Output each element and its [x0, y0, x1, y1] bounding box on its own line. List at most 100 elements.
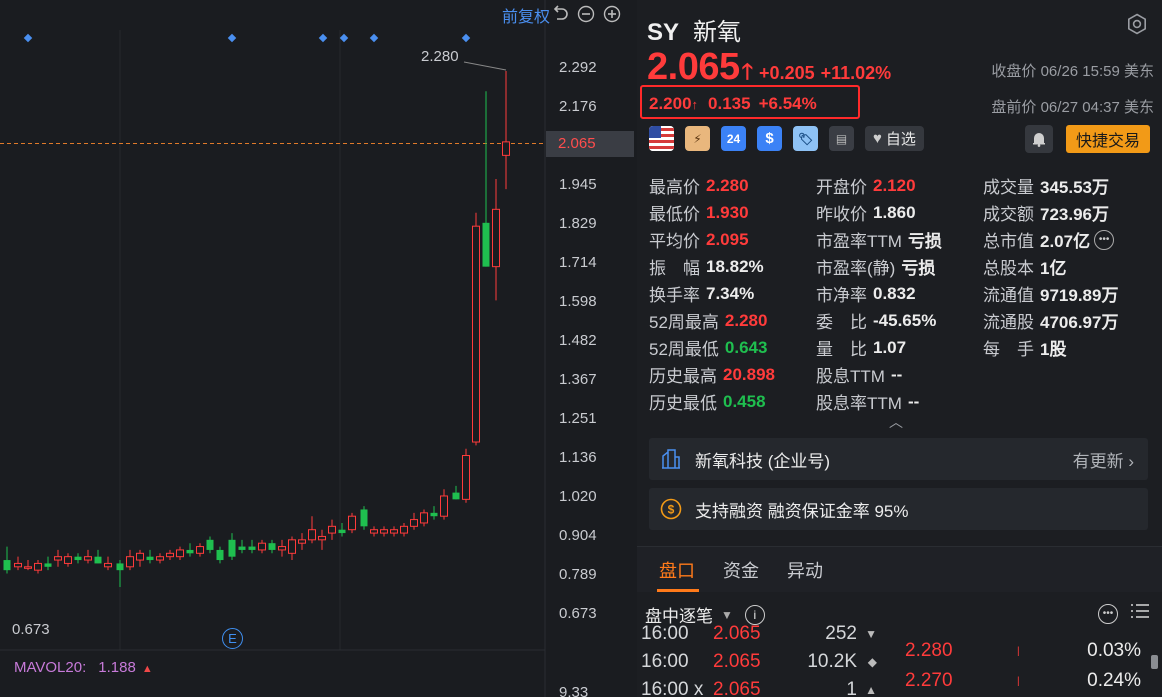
add-watchlist-button[interactable]: ♥ 自选 [865, 126, 924, 151]
candle-body [228, 539, 236, 557]
margin-support-label: 支持融资 融资保证金率 95% [695, 501, 909, 521]
tick-list[interactable]: 16:00 2.065 252 ▼ 16:00 2.065 10.2K ◆ 16:00 x 2.0… [641, 620, 881, 697]
y-axis-tick-label: 2.292 [559, 59, 597, 76]
company-account-card[interactable]: 新氧科技 (企业号) 有更新 › [649, 438, 1148, 480]
book-pct: 0.03% [1087, 640, 1141, 661]
stat-cell: 最高价 2.280 [649, 173, 816, 198]
order-book[interactable]: 2.280 | 0.03% 2.270 | 0.24% [905, 636, 1141, 696]
candle-body [338, 529, 346, 534]
candle-body [258, 542, 266, 551]
dollar-icon[interactable]: $ [757, 126, 782, 151]
event-diamond-icon [461, 33, 471, 43]
candle-body [278, 546, 286, 551]
earnings-event-marker[interactable]: E [222, 628, 243, 649]
collapse-caret-icon[interactable]: ︿ [889, 412, 903, 432]
list-menu-icon[interactable] [1130, 602, 1150, 625]
stat-label: 总股本 [983, 259, 1034, 278]
zoom-out-icon[interactable] [576, 4, 596, 24]
notes-icon[interactable]: ▤ [829, 126, 854, 151]
stat-label: 每 手 [983, 340, 1034, 359]
candle-body [34, 562, 42, 571]
candle-body [24, 566, 32, 569]
stat-label: 52周最高 [649, 313, 719, 332]
margin-support-card[interactable]: $ 支持融资 融资保证金率 95% [649, 488, 1148, 530]
tick-row: 16:00 2.065 10.2K ◆ [641, 648, 881, 676]
low-price-label: 0.673 [12, 621, 50, 638]
candle-body [390, 529, 398, 534]
tab-bar: 盘口 资金 异动 [637, 546, 1162, 592]
stat-label: 成交额 [983, 205, 1034, 224]
scrollbar[interactable] [1151, 655, 1158, 669]
y-axis-tick-label: 1.714 [559, 254, 597, 271]
candle-body [308, 529, 316, 541]
gear-icon[interactable] [1126, 13, 1148, 35]
candle-body [268, 543, 276, 550]
candle-body [288, 539, 296, 554]
company-name: 新氧 [693, 19, 742, 46]
bell-icon[interactable] [1025, 125, 1053, 153]
stat-label: 总市值 [983, 232, 1034, 251]
us-flag-icon[interactable] [649, 126, 674, 151]
y-axis-tick-label: 1.020 [559, 488, 597, 505]
stat-label: 换手率 [649, 286, 700, 305]
stat-value: 2.095 [706, 229, 749, 249]
tab-orderbook[interactable]: 盘口 [659, 557, 695, 583]
y-axis-tick-label: 1.367 [559, 371, 597, 388]
candle-body [216, 549, 224, 561]
price-adjust-toggle[interactable]: 前复权 [502, 3, 550, 27]
tick-time: 16:00 [641, 623, 689, 644]
premarket-change-pct: +6.54% [758, 94, 817, 113]
y-axis-tick-label: 1.598 [559, 293, 597, 310]
stat-value: 1.930 [706, 202, 749, 222]
more-icon[interactable]: ••• [1094, 229, 1115, 250]
high-price-label: 2.280 [421, 48, 459, 65]
more-icon[interactable]: ••• [1098, 603, 1118, 624]
stat-value: 1亿 [1040, 259, 1067, 278]
lightning-icon[interactable]: ⚡ [685, 126, 710, 151]
zoom-in-icon[interactable] [602, 4, 622, 24]
tick-time: 16:00 x [641, 679, 704, 697]
dollar-coin-icon: $ [659, 497, 683, 521]
stat-cell: 平均价 2.095 [649, 227, 816, 252]
quick-trade-button[interactable]: 快捷交易 [1066, 125, 1150, 153]
candle-body [502, 141, 510, 156]
has-update-label: 有更新 › [1072, 451, 1134, 471]
candle-body [104, 562, 112, 568]
stat-value: -45.65% [873, 310, 937, 330]
24h-trading-icon[interactable]: 24 [721, 126, 746, 151]
stat-cell: 历史最高 20.898 [649, 362, 816, 387]
stat-cell: 换手率 7.34% [649, 281, 816, 306]
volume-axis-tick-label: 9.33 [559, 684, 588, 697]
current-price-tag: 2.065 [546, 131, 634, 157]
undo-icon[interactable] [550, 4, 570, 24]
stat-label: 流通股 [983, 313, 1034, 332]
stat-cell: 每 手 1股 [983, 335, 1150, 360]
mavol-indicator: MAVOL20: 1.188 ▲ [14, 659, 153, 676]
candle-body [328, 525, 336, 534]
kline-chart-panel[interactable]: 2.292 2.176 1.945 1.829 1.714 1.598 1.482 1.367… [0, 0, 636, 697]
stat-label: 成交量 [983, 178, 1034, 197]
up-triangle-icon: ▲ [141, 663, 153, 675]
tick-row: 16:00 2.065 252 ▼ [641, 620, 881, 648]
candle-body [64, 556, 72, 564]
tab-movement[interactable]: 异动 [787, 557, 823, 583]
tick-price: 2.065 [713, 623, 761, 644]
stat-value: 1股 [1040, 340, 1067, 359]
stats-row: 52周最高 2.280 委 比 -45.65% 流通股 4706.97万 [649, 307, 1154, 334]
stat-cell: 市盈率TTM 亏损 [816, 227, 983, 252]
candlestick-chart[interactable]: 2.292 2.176 1.945 1.829 1.714 1.598 1.482 1.367… [0, 0, 636, 697]
tab-capital[interactable]: 资金 [723, 557, 759, 583]
stat-value: 345.53万 [1040, 178, 1109, 197]
stat-value: 1.07 [873, 337, 907, 357]
stat-value: 0.832 [873, 283, 916, 303]
quick-icons-row: ⚡ 24 $ 🏷 ▤ ♥ 自选 [649, 126, 924, 151]
stats-row: 52周最低 0.643 量 比 1.07 每 手 1股 [649, 334, 1154, 361]
tick-vol: 10.2K [807, 651, 857, 672]
premarket-change: 0.135 [708, 94, 751, 113]
tag-icon[interactable]: 🏷 [793, 126, 818, 151]
stat-label: 平均价 [649, 232, 700, 251]
stat-cell: 历史最低 0.458 [649, 389, 816, 414]
stat-value: 4706.97万 [1040, 313, 1119, 332]
stat-cell: 最低价 1.930 [649, 200, 816, 225]
event-diamond-icon [369, 33, 379, 43]
